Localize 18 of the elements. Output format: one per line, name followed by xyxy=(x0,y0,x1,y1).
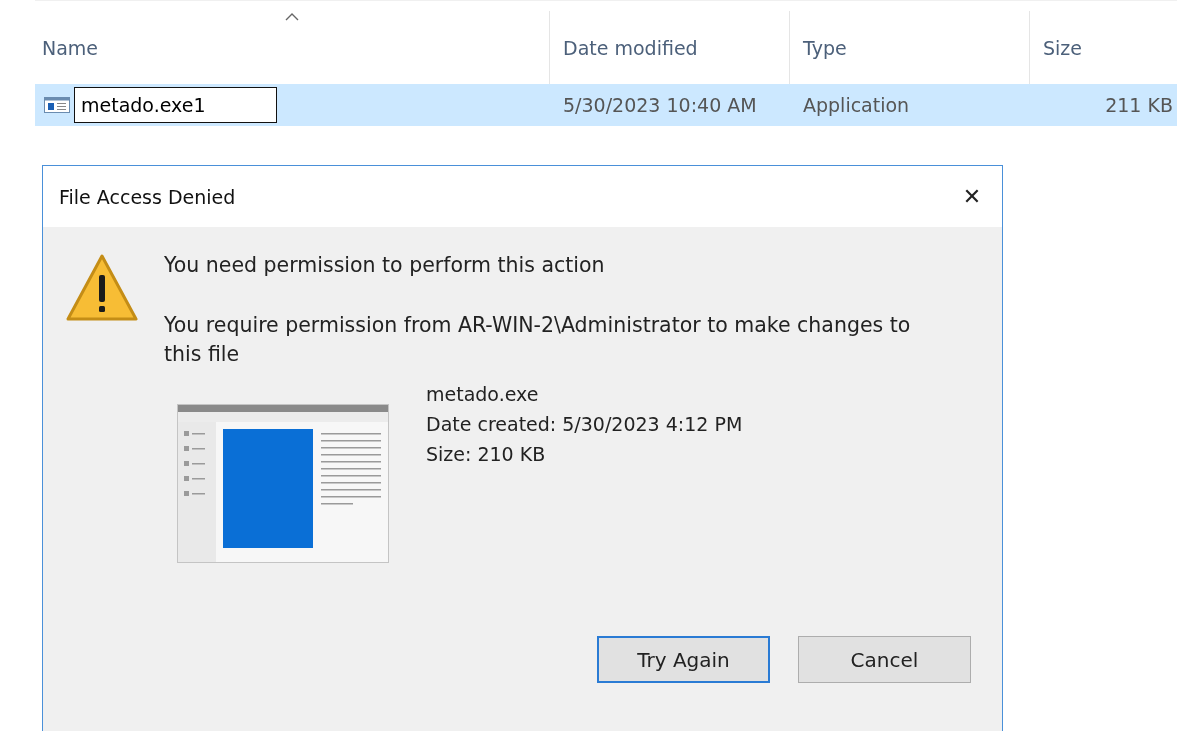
dialog-title: File Access Denied xyxy=(59,185,236,208)
warning-icon xyxy=(65,253,139,323)
type-cell: Application xyxy=(803,94,910,116)
file-name: metado.exe xyxy=(426,382,540,407)
file-size: Size: 210 KB xyxy=(426,442,547,467)
size-cell: 211 KB xyxy=(1105,94,1173,116)
file-row[interactable]: metado.exe1 5/30/2023 10:40 AM Application 211 KB xyxy=(35,84,1177,126)
dialog-button[interactable]: Cancel xyxy=(798,636,971,683)
dialog-button[interactable]: Try Again xyxy=(597,636,770,683)
date-created: Date created: 5/30/2023 4:12 PM xyxy=(426,412,743,437)
message-heading: You need permission to perform this action xyxy=(164,252,606,279)
rename-field[interactable]: metado.exe1 xyxy=(74,87,277,123)
message-text: You require permission from AR-WIN-2\Administrator to make changes to this file xyxy=(164,312,912,368)
date-modified-cell: 5/30/2023 10:40 AM xyxy=(563,94,757,116)
sort-caret-icon xyxy=(285,13,299,21)
application-icon xyxy=(44,96,70,114)
column-header[interactable]: Size xyxy=(1030,11,1177,84)
close-button[interactable]: ✕ xyxy=(942,171,1002,222)
